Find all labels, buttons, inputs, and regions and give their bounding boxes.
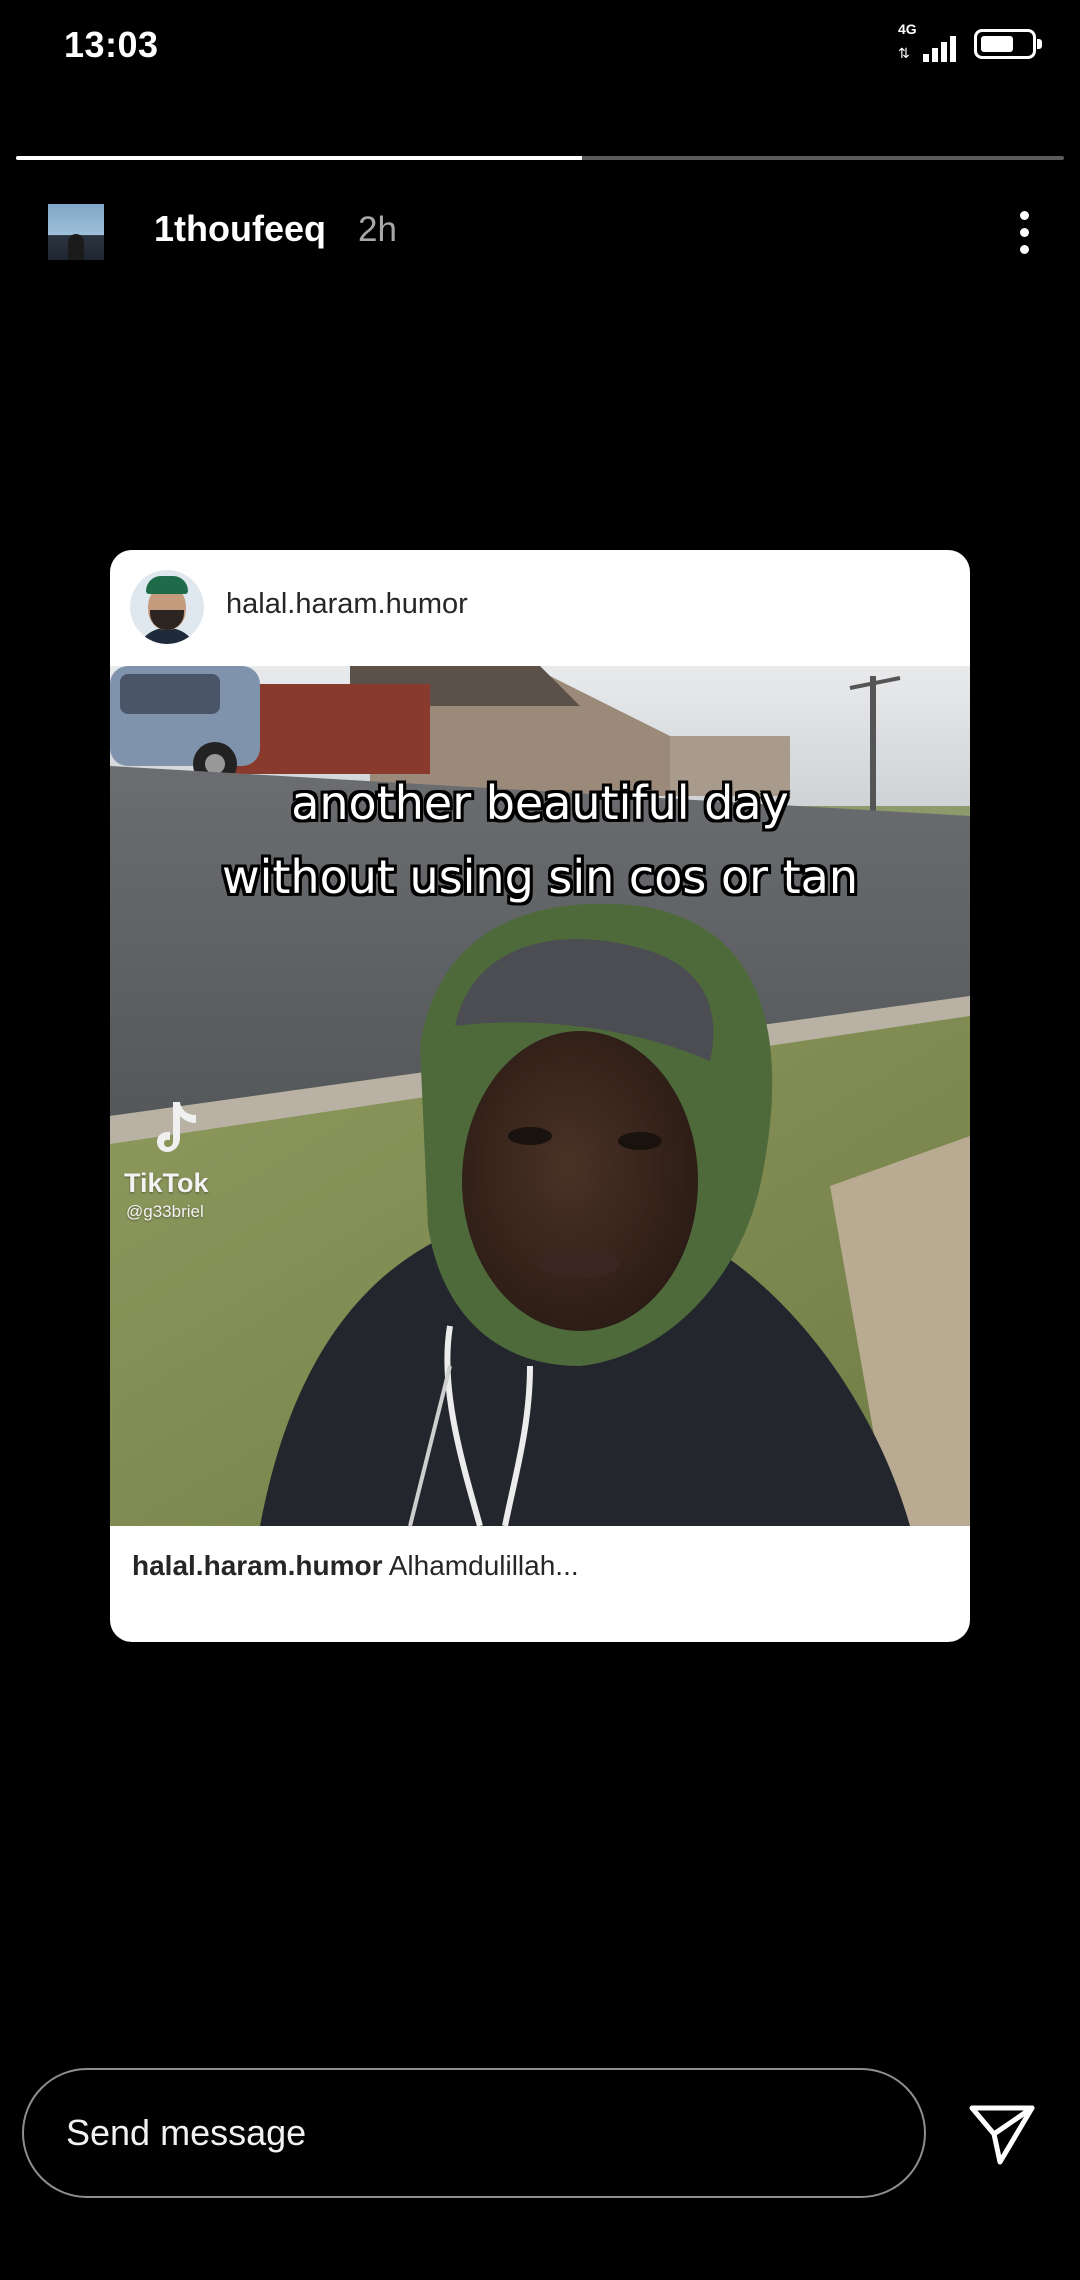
story-avatar[interactable] [48, 204, 104, 260]
meme-caption-line-2: without using sin cos or tan [221, 850, 859, 904]
story-progress-fill [16, 156, 582, 160]
signal-icon: 4G ⇅ [898, 22, 956, 62]
status-bar: 13:03 4G ⇅ [0, 0, 1080, 96]
status-icons: 4G ⇅ [898, 22, 1042, 62]
meme-caption-line-1: another beautiful day [291, 776, 789, 830]
battery-tip [1037, 39, 1042, 49]
tiktok-brand: TikTok [124, 1168, 209, 1198]
caption-account: halal.haram.humor [132, 1550, 383, 1581]
tiktok-icon [157, 1102, 196, 1152]
shared-post-header: halal.haram.humor [110, 550, 970, 666]
tiktok-handle: @g33briel [126, 1202, 204, 1221]
more-vertical-icon[interactable] [1004, 204, 1044, 260]
shared-post-account: halal.haram.humor [226, 588, 468, 620]
story-header: 1thoufeeq 2h [0, 196, 1080, 266]
network-type: 4G [898, 21, 917, 37]
meme-caption: another beautiful day without using sin … [110, 766, 970, 914]
data-arrows-icon: ⇅ [898, 45, 910, 61]
shared-post-card[interactable]: halal.haram.humor another beautiful day … [110, 550, 970, 1642]
status-time: 13:03 [64, 24, 159, 65]
shared-post-caption: halal.haram.humor Alhamdulillah... [132, 1550, 579, 1582]
story-username[interactable]: 1thoufeeq [154, 208, 326, 250]
caption-text: Alhamdulillah... [388, 1550, 579, 1581]
signal-bars [923, 36, 956, 62]
send-message-input[interactable] [22, 2068, 926, 2198]
battery-icon [974, 29, 1042, 59]
shared-post-image: another beautiful day without using sin … [110, 666, 970, 1526]
battery-level [981, 36, 1014, 52]
shared-post-avatar [130, 570, 204, 644]
story-progress-bar [16, 156, 1064, 160]
paper-plane-icon[interactable] [966, 2098, 1038, 2170]
story-time-ago: 2h [358, 210, 397, 249]
